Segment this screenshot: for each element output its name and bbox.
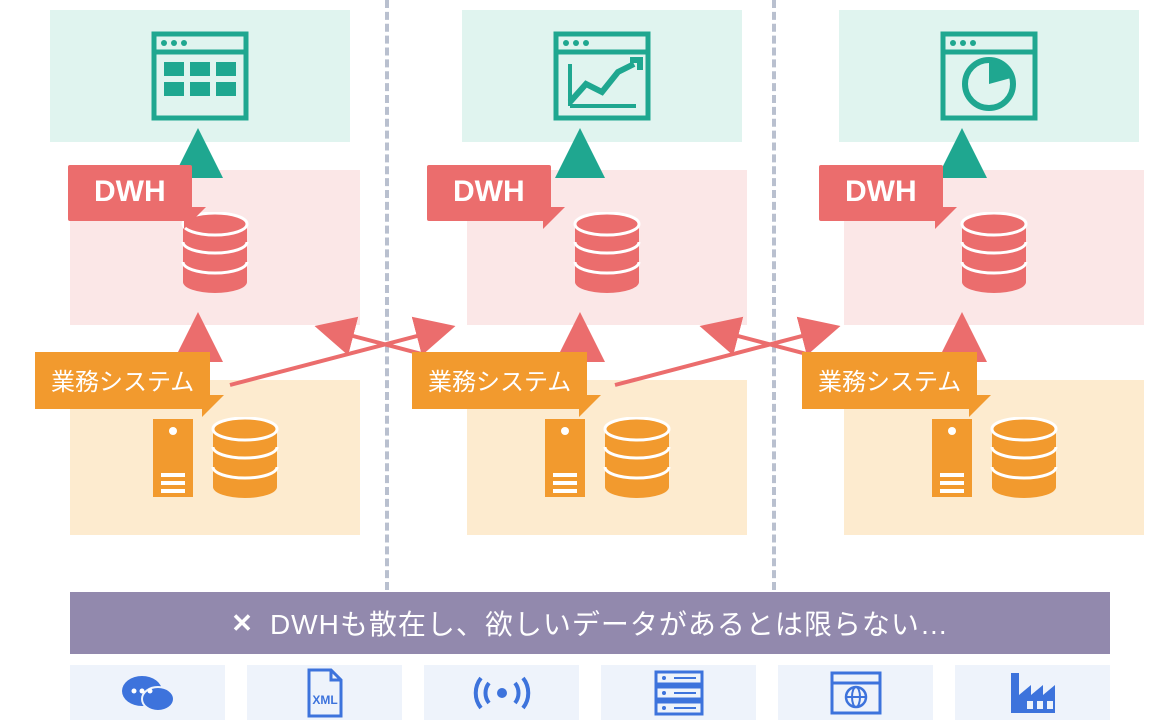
dwh-label: DWH [427,165,551,221]
dwh-label-text: DWH [94,175,166,208]
banner-text: DWHも散在し、欲しいデータがあるとは限らない… [270,603,949,643]
dwh-label-text: DWH [845,175,917,208]
database-icon [571,212,643,294]
pie-chart-icon [939,30,1039,122]
database-icon [988,417,1060,499]
x-mark-icon: ✕ [231,608,254,639]
database-icon [601,417,673,499]
server-rack-icon [601,665,756,720]
factory-icon [955,665,1110,720]
analytics-panel [839,10,1139,142]
warning-banner: ✕ DWHも散在し、欲しいデータがあるとは限らない… [70,592,1110,654]
server-tower-icon [928,413,976,503]
sensor-icon [424,665,579,720]
data-source-icons: XML [70,665,1110,720]
system-label-text: 業務システム [818,369,961,396]
chat-icon [70,665,225,720]
system-label-text: 業務システム [428,369,571,396]
database-icon [958,212,1030,294]
line-chart-icon [552,30,652,122]
system-label: 業務システム [802,352,977,409]
column-1: DWH 業務システム [0,0,386,560]
svg-text:XML: XML [312,693,337,707]
system-label: 業務システム [412,352,587,409]
web-browser-icon [778,665,933,720]
server-tower-icon [541,413,589,503]
xml-file-icon: XML [247,665,402,720]
diagram-canvas: DWH 業務システム [0,0,1160,720]
column-2: DWH 業務システム [387,0,773,560]
dwh-label-text: DWH [453,175,525,208]
system-label-text: 業務システム [51,369,194,396]
analytics-panel [462,10,742,142]
database-icon [209,417,281,499]
server-tower-icon [149,413,197,503]
dwh-label: DWH [68,165,192,221]
dashboard-grid-icon [150,30,250,122]
column-3: DWH 業務システム [774,0,1160,560]
system-label: 業務システム [35,352,210,409]
analytics-panel [50,10,350,142]
dwh-label: DWH [819,165,943,221]
